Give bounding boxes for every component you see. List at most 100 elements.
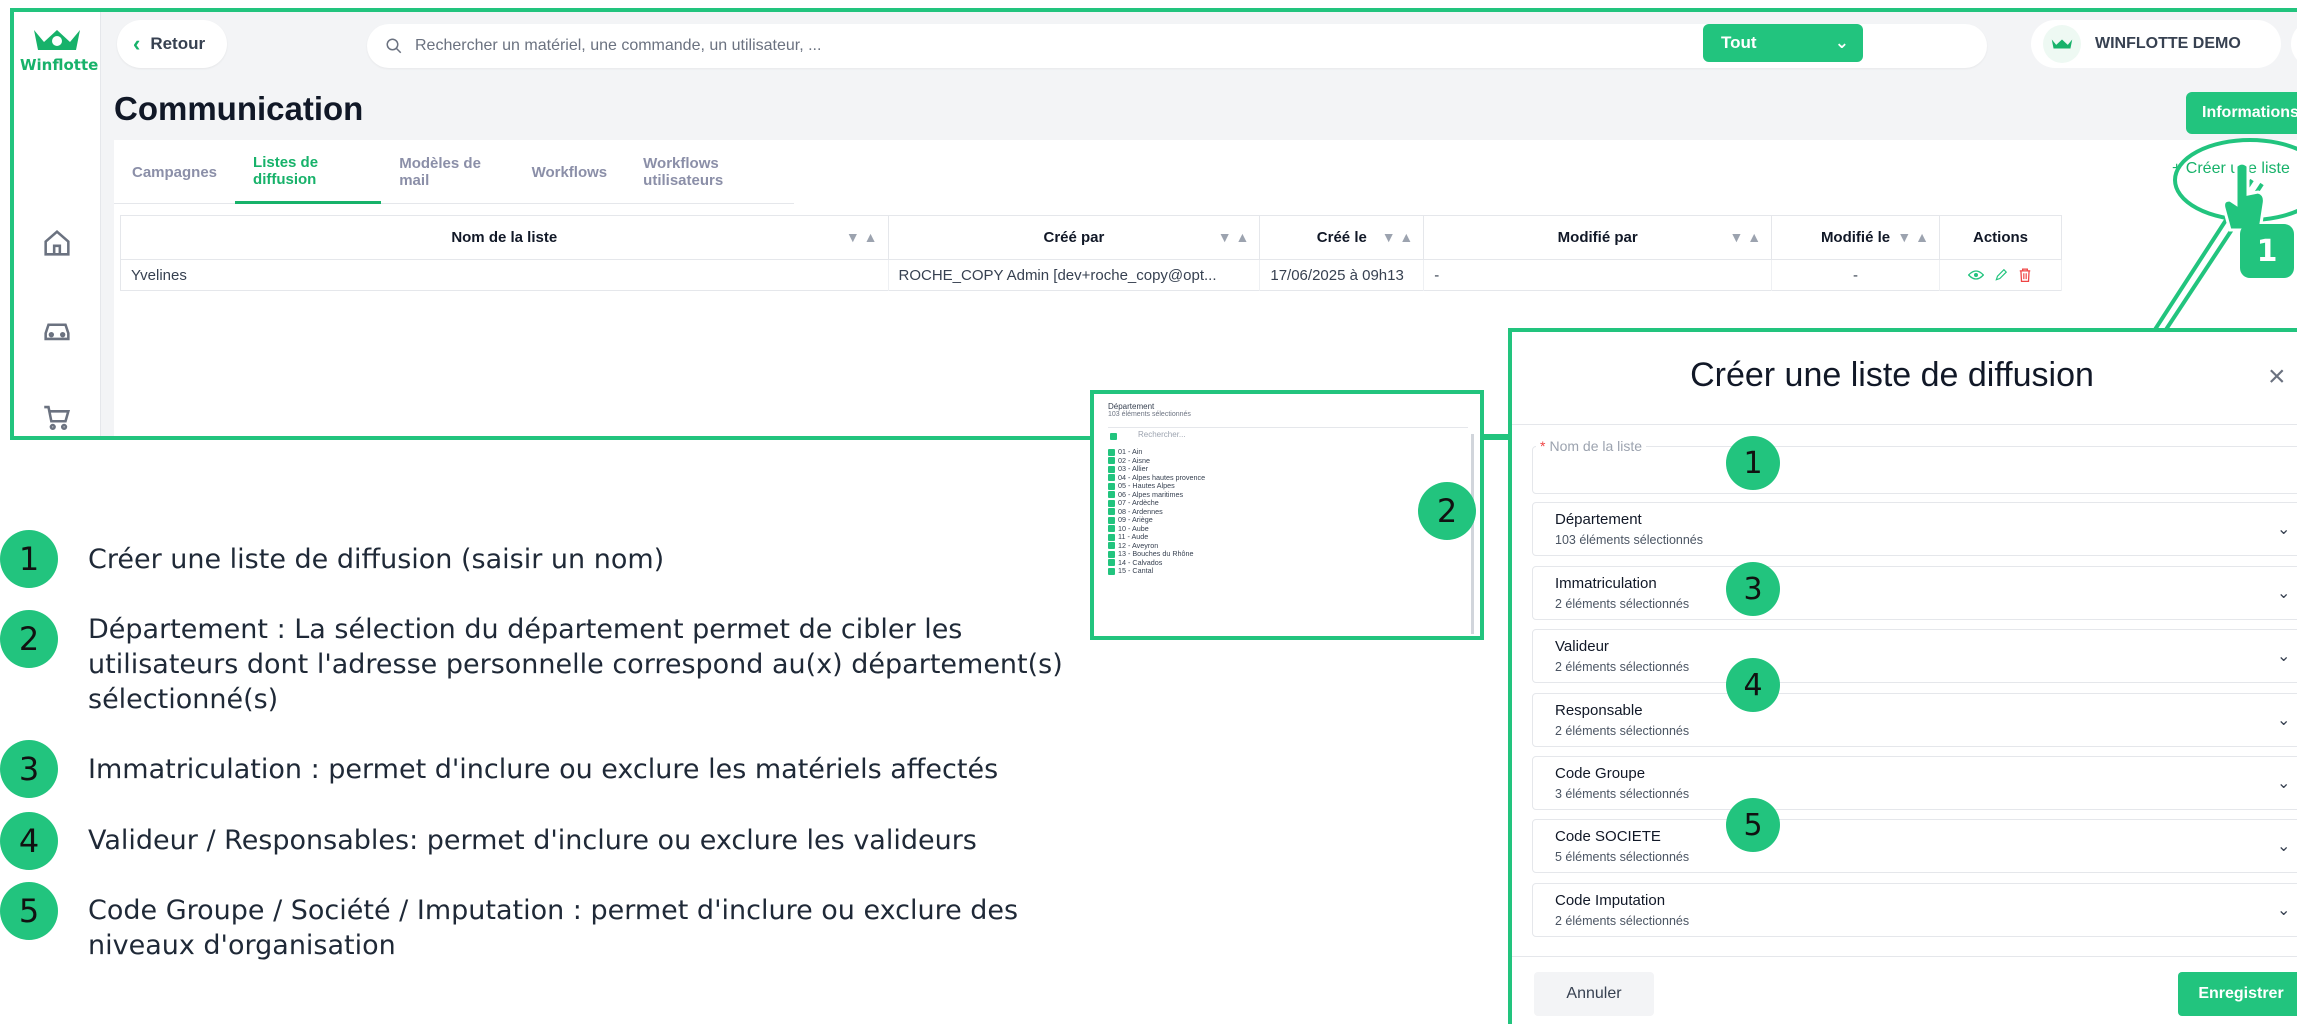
- step-badge-1: 1: [1726, 436, 1780, 490]
- department-option-label: 15 - Cantal: [1118, 566, 1154, 575]
- cell-actions: [1939, 259, 2063, 291]
- chevron-down-icon: ⌄: [2277, 521, 2291, 538]
- back-label: Retour: [150, 34, 206, 53]
- checkbox-checked-icon[interactable]: [1108, 491, 1115, 499]
- filter-sort-icon[interactable]: ▼ ▲: [1218, 229, 1250, 245]
- cart-icon[interactable]: [40, 400, 74, 434]
- col-header-name[interactable]: Nom de la liste ▼ ▲: [120, 215, 889, 260]
- list-name-input[interactable]: [1532, 446, 2297, 494]
- chevron-down-icon: ⌄: [1834, 33, 1849, 52]
- responsable-select[interactable]: Responsable 2 éléments sélectionnés ⌄: [1532, 693, 2297, 747]
- tab-campagnes[interactable]: Campagnes: [114, 140, 235, 204]
- edit-pencil-icon[interactable]: [1994, 268, 2008, 282]
- department-option[interactable]: 02 - Aisne: [1108, 456, 1468, 466]
- table-row[interactable]: Yvelines ROCHE_COPY Admin [dev+roche_cop…: [120, 259, 2063, 291]
- col-header-created-by[interactable]: Créé par ▼ ▲: [888, 215, 1261, 260]
- checkbox-checked-icon[interactable]: [1108, 457, 1115, 465]
- department-option[interactable]: 01 - Ain: [1108, 447, 1468, 457]
- department-option[interactable]: 09 - Ariège: [1108, 515, 1468, 525]
- department-option[interactable]: 15 - Cantal: [1108, 566, 1468, 576]
- filter-sort-icon[interactable]: ▼ ▲: [846, 229, 878, 245]
- chevron-down-icon: ⌄: [2277, 648, 2291, 665]
- cell-modified-by: -: [1423, 259, 1773, 291]
- trash-icon[interactable]: [2018, 267, 2032, 283]
- eye-icon[interactable]: [1968, 269, 1985, 281]
- department-select[interactable]: Département 103 éléments sélectionnés ⌄: [1532, 502, 2297, 556]
- code-imputation-select[interactable]: Code Imputation 2 éléments sélectionnés …: [1532, 883, 2297, 937]
- close-icon[interactable]: ×: [2268, 360, 2286, 394]
- diffusion-lists-table: Nom de la liste ▼ ▲ Créé par ▼ ▲ Créé le ▼ …: [120, 215, 2063, 291]
- immatriculation-select[interactable]: Immatriculation 2 éléments sélectionnés …: [1532, 566, 2297, 620]
- step-badge-3: 3: [1726, 562, 1780, 616]
- step-badge-1-top: 1: [2240, 224, 2294, 278]
- tab-modeles-de-mail[interactable]: Modèles de mail: [381, 140, 513, 204]
- department-option[interactable]: 08 - Ardennes: [1108, 507, 1468, 517]
- search-scope-select[interactable]: Tout ⌄: [1703, 24, 1863, 62]
- filter-sort-icon[interactable]: ▼ ▲: [1897, 229, 1929, 245]
- checkbox-checked-icon[interactable]: [1108, 525, 1115, 533]
- checkbox-checked-icon[interactable]: [1108, 499, 1115, 507]
- back-button[interactable]: ‹ Retour: [117, 20, 227, 68]
- company-chip[interactable]: WINFLOTTE DEMO: [2031, 20, 2281, 68]
- legend-text-3: Immatriculation : permet d'inclure ou ex…: [88, 754, 999, 785]
- search-icon: [386, 38, 402, 54]
- checkbox-checked-icon[interactable]: [1108, 474, 1115, 482]
- filter-sort-icon[interactable]: ▼ ▲: [1382, 229, 1414, 245]
- checkbox-checked-icon[interactable]: [1108, 508, 1115, 516]
- cell-created-on: 17/06/2025 à 09h13: [1259, 259, 1425, 291]
- chevron-down-icon: ⌄: [2277, 585, 2291, 602]
- department-select[interactable]: Département 103 éléments sélectionnés: [1108, 402, 1468, 428]
- logo-text: Winflotte: [20, 56, 99, 74]
- department-option-list: 01 - Ain 02 - Aisne 03 - Allier 04 - Alpes …: [1108, 447, 1468, 576]
- checkbox-checked-icon[interactable]: [1108, 465, 1115, 473]
- col-header-actions: Actions: [1939, 215, 2063, 260]
- cell-name: Yvelines: [120, 259, 889, 291]
- department-option[interactable]: 13 - Bouches du Rhône: [1108, 549, 1468, 559]
- scope-value: Tout: [1721, 33, 1757, 52]
- col-header-modified-by[interactable]: Modifié par ▼ ▲: [1423, 215, 1773, 260]
- informations-button[interactable]: Informations: [2186, 92, 2297, 134]
- checkbox-checked-icon[interactable]: [1108, 482, 1115, 490]
- filter-sort-icon[interactable]: ▼ ▲: [1729, 229, 1761, 245]
- department-search-input[interactable]: Rechercher...: [1108, 430, 1468, 444]
- chevron-down-icon: ⌄: [2277, 712, 2291, 729]
- checkbox-checked-icon[interactable]: [1108, 559, 1115, 567]
- checkbox-checked-icon[interactable]: [1108, 542, 1115, 550]
- department-option[interactable]: 11 - Aude: [1108, 532, 1468, 542]
- user-avatar[interactable]: AR: [2291, 20, 2297, 68]
- cancel-button[interactable]: Annuler: [1534, 972, 1654, 1016]
- save-button[interactable]: Enregistrer: [2178, 972, 2297, 1016]
- legend-text-2: Département : La sélection du départemen…: [88, 614, 1063, 715]
- valideur-select[interactable]: Valideur 2 éléments sélectionnés ⌄: [1532, 629, 2297, 683]
- code-societe-select[interactable]: Code SOCIETE 5 éléments sélectionnés ⌄: [1532, 819, 2297, 873]
- tabs: Campagnes Listes de diffusion Modèles de…: [114, 140, 794, 204]
- department-option[interactable]: 14 - Calvados: [1108, 558, 1468, 568]
- legend-text-5: Code Groupe / Société / Imputation : per…: [88, 895, 1019, 961]
- step-badge-4: 4: [1726, 658, 1780, 712]
- car-icon[interactable]: [40, 312, 74, 346]
- tab-workflows-utilisateurs[interactable]: Workflows utilisateurs: [625, 140, 794, 204]
- col-header-modified-on[interactable]: Modifié le ▼ ▲: [1771, 215, 1940, 260]
- legend-badge-1: 1: [0, 530, 58, 588]
- sidebar: Winflotte: [14, 12, 101, 436]
- scrollbar[interactable]: [1471, 434, 1474, 634]
- cell-modified-on: -: [1771, 259, 1940, 291]
- app-logo[interactable]: Winflotte: [20, 26, 99, 74]
- tab-workflows[interactable]: Workflows: [514, 140, 626, 204]
- col-header-created-on[interactable]: Créé le ▼ ▲: [1259, 215, 1425, 260]
- checkbox-checked-icon[interactable]: [1108, 550, 1115, 558]
- checkbox-checked-icon[interactable]: [1108, 533, 1115, 541]
- checkbox-checked-icon[interactable]: [1108, 448, 1115, 456]
- checkbox-checked-icon[interactable]: [1108, 567, 1115, 575]
- search-placeholder: Rechercher un matériel, une commande, un…: [415, 37, 822, 54]
- code-groupe-select[interactable]: Code Groupe 3 éléments sélectionnés ⌄: [1532, 756, 2297, 810]
- department-option[interactable]: 06 - Alpes maritimes: [1108, 490, 1468, 500]
- tab-listes-de-diffusion[interactable]: Listes de diffusion: [235, 140, 382, 204]
- home-icon[interactable]: [40, 226, 74, 260]
- modal-title: Créer une liste de diffusion: [1690, 356, 2094, 394]
- department-option[interactable]: 10 - Aube: [1108, 524, 1468, 534]
- divider: [1512, 956, 2297, 957]
- checkbox-checked-icon[interactable]: [1108, 516, 1115, 524]
- company-name: WINFLOTTE DEMO: [2095, 35, 2241, 52]
- select-all-checkbox[interactable]: [1110, 433, 1117, 440]
